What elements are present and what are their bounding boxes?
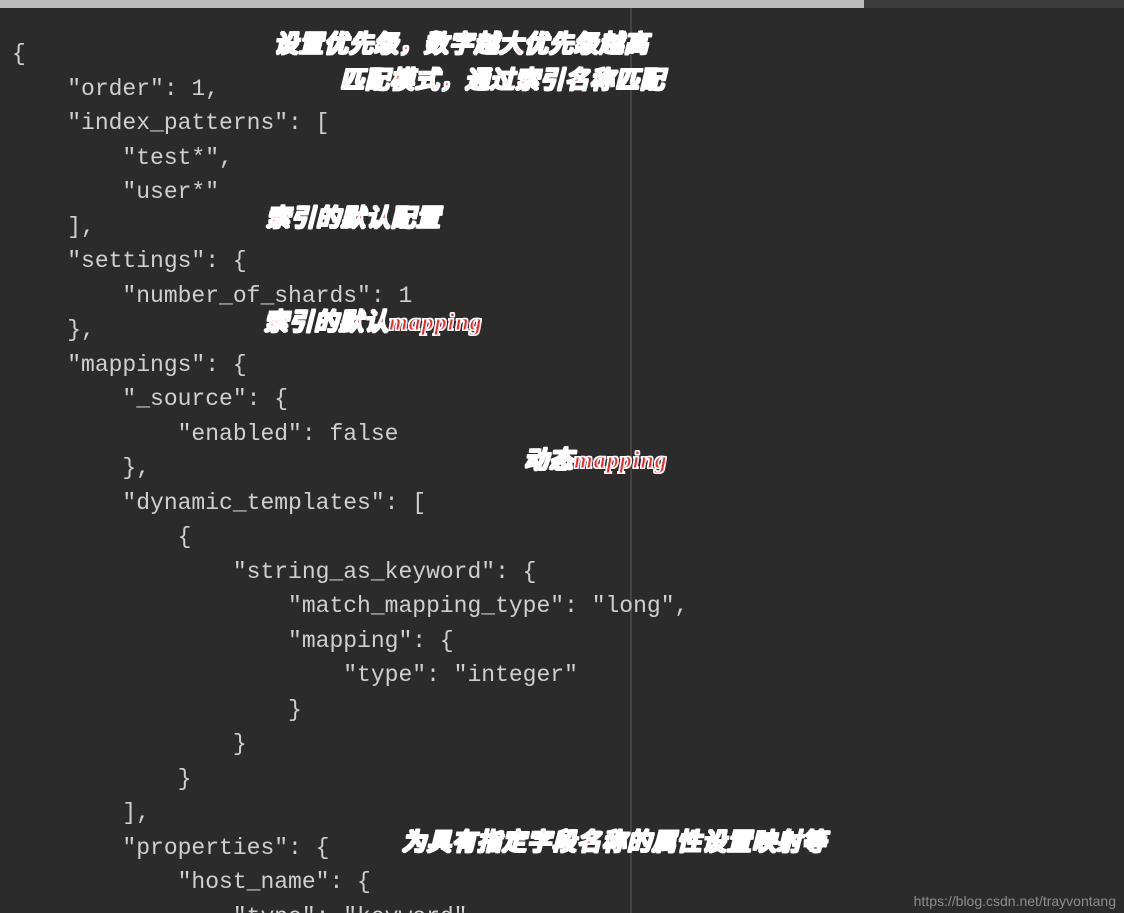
annotation-dynamic-templates: 动态mapping xyxy=(524,440,668,475)
annotation-index-patterns: 匹配模式，通过索引名称匹配 xyxy=(340,60,665,95)
annotation-order: 设置优先级，数字越大优先级越高 xyxy=(274,24,649,59)
annotation-properties: 为具有指定字段名称的属性设置映射等 xyxy=(402,822,827,857)
annotation-mappings: 索引的默认mapping xyxy=(264,302,483,337)
code-block: { "order": 1, "index_patterns": [ "test*… xyxy=(12,37,688,913)
watermark: https://blog.csdn.net/trayvontang xyxy=(914,893,1116,909)
annotation-settings: 索引的默认配置 xyxy=(266,198,441,233)
tab-corner xyxy=(864,0,1124,8)
